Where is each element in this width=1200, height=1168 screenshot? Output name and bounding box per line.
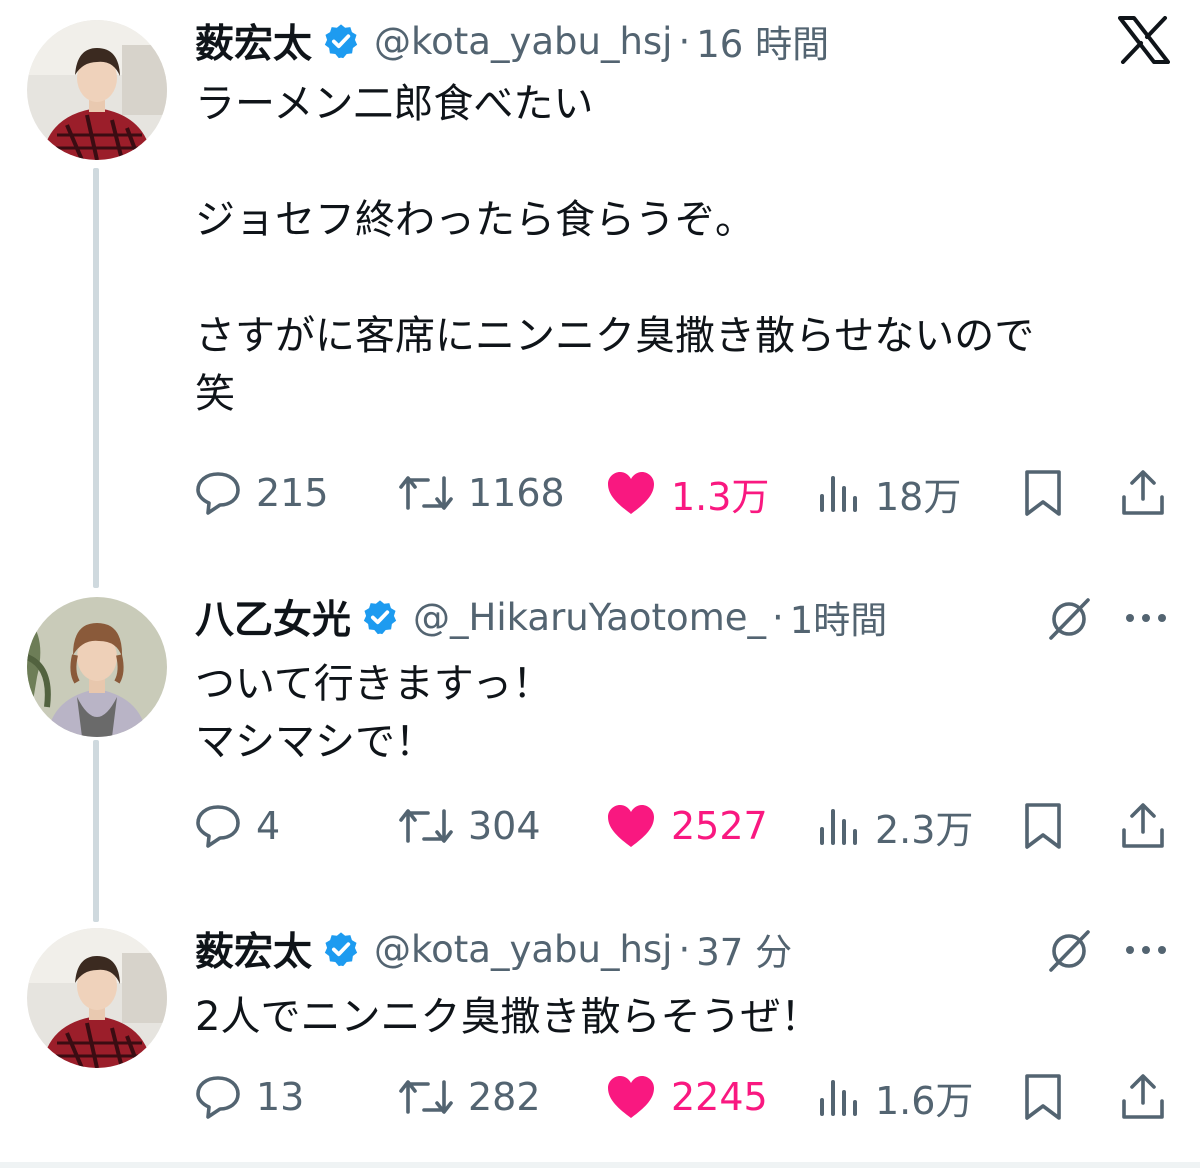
bar-chart-icon <box>820 809 857 845</box>
bar-chart-icon <box>820 476 857 512</box>
retweet-arrows-icon <box>399 809 453 843</box>
share-button[interactable] <box>1120 796 1180 856</box>
grok-button[interactable] <box>1046 596 1092 642</box>
share-button[interactable] <box>1120 463 1180 523</box>
separator-dot: · <box>678 19 691 63</box>
post-action-bar: 4 304 2527 2.3万 <box>190 796 1175 856</box>
like-button[interactable]: 2527 <box>605 796 768 856</box>
reply-count: 13 <box>256 1075 305 1119</box>
reply-count: 215 <box>256 471 329 515</box>
avatar[interactable] <box>27 928 167 1068</box>
share-button[interactable] <box>1120 1067 1180 1127</box>
user-handle[interactable]: @_HikaruYaotome_ <box>413 596 766 639</box>
view-count: 18万 <box>875 474 962 519</box>
retweet-count: 282 <box>468 1075 541 1119</box>
views-button[interactable]: 1.6万 <box>817 1067 973 1127</box>
like-count: 1.3万 <box>671 474 770 519</box>
verified-badge-icon <box>324 932 358 967</box>
retweet-button[interactable]: 1168 <box>398 463 565 523</box>
post-text: ラーメン二郎食べたい ジョセフ終わったら食らうぞ。 さすがに客席にニンニク臭撒き… <box>195 81 1035 417</box>
post-header: 八乙女光 @_HikaruYaotome_ · 1時間 <box>195 590 887 644</box>
speech-bubble-icon <box>196 1076 240 1119</box>
grok-slash-circle-icon <box>1049 930 1090 972</box>
post-action-bar: 13 282 2245 1.6万 <box>190 1067 1175 1127</box>
reply-button[interactable]: 4 <box>194 796 280 856</box>
post-timestamp[interactable]: 37 分 <box>696 922 792 976</box>
post-timestamp[interactable]: 1時間 <box>790 590 888 644</box>
bar-chart-icon <box>820 1080 857 1116</box>
share-upload-icon <box>1122 470 1164 515</box>
ellipsis-icon <box>1126 946 1166 954</box>
bookmark-icon <box>1025 1074 1061 1120</box>
separator-dot: · <box>772 595 784 639</box>
reply-button[interactable]: 13 <box>194 1067 304 1127</box>
heart-filled-icon <box>608 1076 654 1118</box>
post-timestamp[interactable]: 16 時間 <box>696 14 829 68</box>
thread-connector-line <box>93 740 99 922</box>
display-name[interactable]: 八乙女光 <box>195 589 351 645</box>
bookmark-button[interactable] <box>1022 1067 1078 1127</box>
reply-button[interactable]: 215 <box>194 463 329 523</box>
ellipsis-icon <box>1126 614 1166 622</box>
bookmark-icon <box>1025 803 1061 849</box>
bookmark-button[interactable] <box>1022 796 1078 856</box>
view-count: 1.6万 <box>875 1078 974 1123</box>
thread-connector-line <box>93 168 99 588</box>
user-handle[interactable]: @kota_yabu_hsj <box>374 20 672 63</box>
heart-filled-icon <box>608 805 654 847</box>
like-button[interactable]: 1.3万 <box>605 463 769 523</box>
like-button[interactable]: 2245 <box>605 1067 768 1127</box>
view-count: 2.3万 <box>875 807 974 852</box>
avatar[interactable] <box>27 20 167 160</box>
post-text: 2人でニンニク臭撒き散らそうぜ！ <box>195 994 821 1040</box>
x-logo-icon[interactable] <box>1118 16 1170 64</box>
views-button[interactable]: 2.3万 <box>817 796 973 856</box>
bookmark-button[interactable] <box>1022 463 1078 523</box>
post-text: ついて行きますっ！ マシマシで！ <box>195 661 553 765</box>
views-button[interactable]: 18万 <box>817 463 961 523</box>
post-action-bar: 215 1168 1.3万 18万 <box>190 463 1175 523</box>
share-upload-icon <box>1122 803 1164 848</box>
grok-slash-circle-icon <box>1049 598 1090 640</box>
retweet-button[interactable]: 304 <box>398 796 541 856</box>
share-upload-icon <box>1122 1074 1164 1119</box>
divider <box>0 1162 1200 1168</box>
more-options-button[interactable] <box>1124 944 1168 956</box>
display-name[interactable]: 薮宏太 <box>195 13 312 69</box>
speech-bubble-icon <box>196 472 240 515</box>
post-header: 薮宏太 @kota_yabu_hsj · 37 分 <box>195 922 792 976</box>
verified-badge-icon <box>324 24 358 59</box>
post-header: 薮宏太 @kota_yabu_hsj · 16 時間 <box>195 14 829 68</box>
reply-count: 4 <box>256 804 281 848</box>
retweet-arrows-icon <box>399 476 453 510</box>
avatar[interactable] <box>27 597 167 737</box>
like-count: 2527 <box>671 804 768 848</box>
like-count: 2245 <box>671 1075 768 1119</box>
display-name[interactable]: 薮宏太 <box>195 921 312 977</box>
retweet-button[interactable]: 282 <box>398 1067 541 1127</box>
more-options-button[interactable] <box>1124 612 1168 624</box>
grok-button[interactable] <box>1046 928 1092 974</box>
bookmark-icon <box>1025 470 1061 516</box>
separator-dot: · <box>678 927 691 971</box>
retweet-arrows-icon <box>399 1080 453 1114</box>
user-handle[interactable]: @kota_yabu_hsj <box>374 928 672 971</box>
heart-filled-icon <box>608 472 654 514</box>
retweet-count: 1168 <box>468 471 565 515</box>
retweet-count: 304 <box>468 804 541 848</box>
verified-badge-icon <box>363 600 397 635</box>
speech-bubble-icon <box>196 805 240 848</box>
